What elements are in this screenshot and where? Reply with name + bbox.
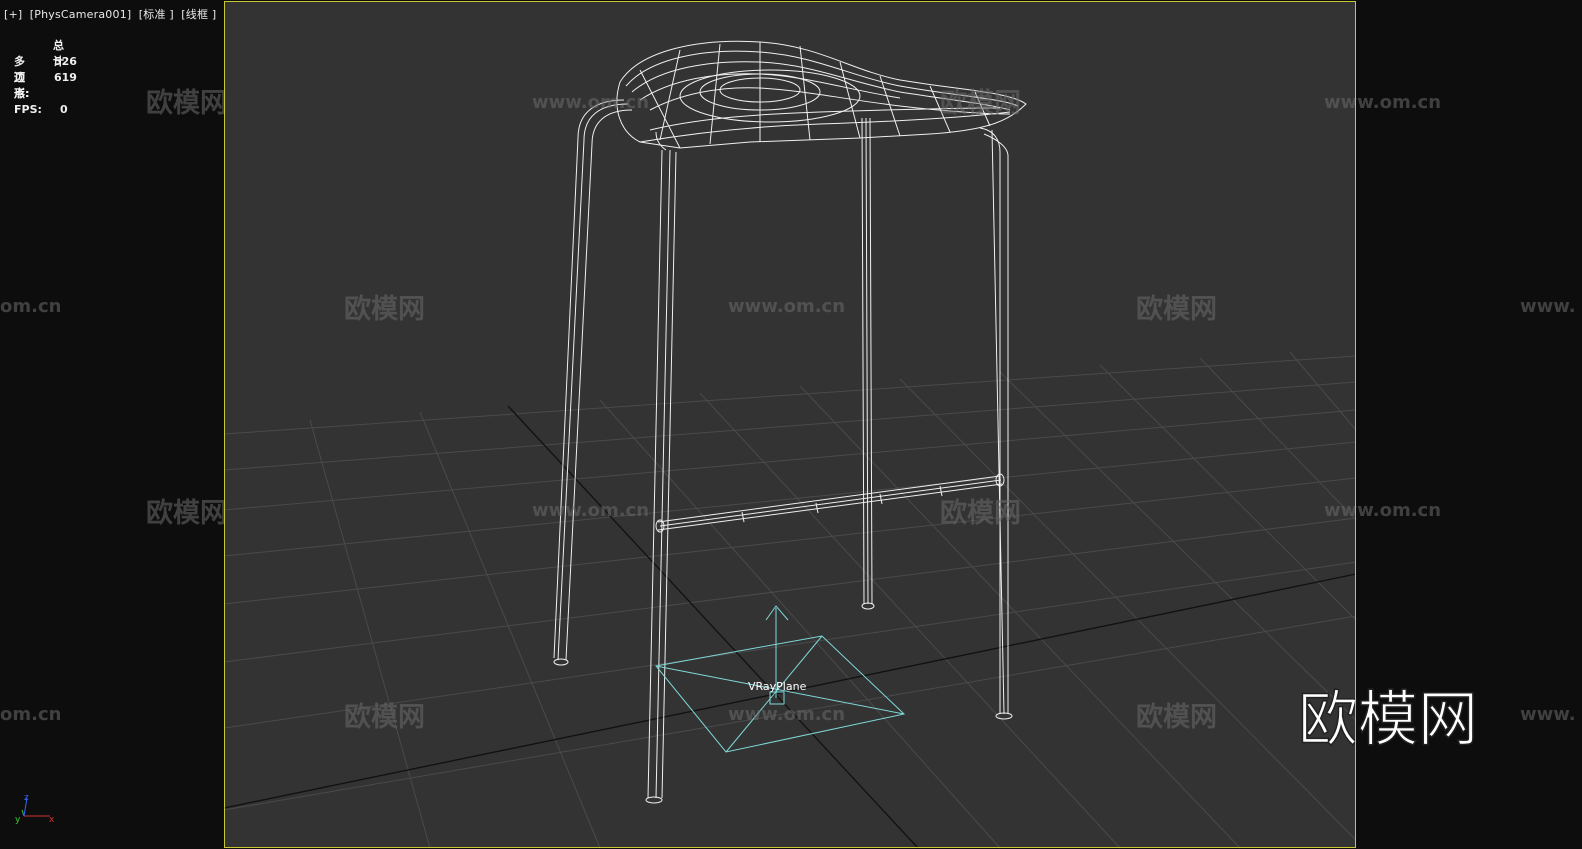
watermark-url: www.om.cn [532,92,649,113]
axis-x-label: x [49,815,55,825]
watermark-url: www.om.cn [728,296,845,317]
vrayplane-label: VRayPlane [748,680,807,693]
vertices-value: 619 [54,71,77,84]
watermark-url-partial: om.cn [0,296,61,317]
fps-value: 0 [60,103,68,116]
watermark-cn: 欧模网 [146,88,227,119]
watermark-cn: 欧模网 [146,498,227,529]
watermark-cn: 欧模网 [940,498,1021,529]
watermark-url-partial: www. [1520,704,1576,725]
watermark-url: www.om.cn [1324,92,1441,113]
watermark-url: www.om.cn [1324,500,1441,521]
viewport-scene[interactable]: VRayPlane 欧模网 www.om.cn 欧模网 www.om.cn om… [0,0,1582,849]
axis-z-label: z [24,793,29,803]
watermark-cn: 欧模网 [940,88,1021,119]
polygons-value: 526 [54,55,77,68]
vertices-label: 顶点: [14,71,30,100]
viewport-label-menu[interactable]: [+] [PhysCamera001] [标准 ] [线框 ] [4,6,216,22]
watermark-url-partial: om.cn [0,704,61,725]
watermark-cn: 欧模网 [344,294,425,325]
watermark-cn: 欧模网 [344,702,425,733]
axis-gizmo: x y z [15,793,55,825]
watermark-logo-large: 欧模网 [1298,685,1478,755]
watermark-url: www.om.cn [532,500,649,521]
fps-label: FPS: [14,103,42,116]
watermark-url-partial: www. [1520,296,1576,317]
watermark-url: www.om.cn [728,704,845,725]
axis-y-label: y [15,815,21,825]
watermark-cn: 欧模网 [1136,294,1217,325]
app-window: VRayPlane 欧模网 www.om.cn 欧模网 www.om.cn om… [0,0,1582,849]
watermark-cn: 欧模网 [1136,702,1217,733]
